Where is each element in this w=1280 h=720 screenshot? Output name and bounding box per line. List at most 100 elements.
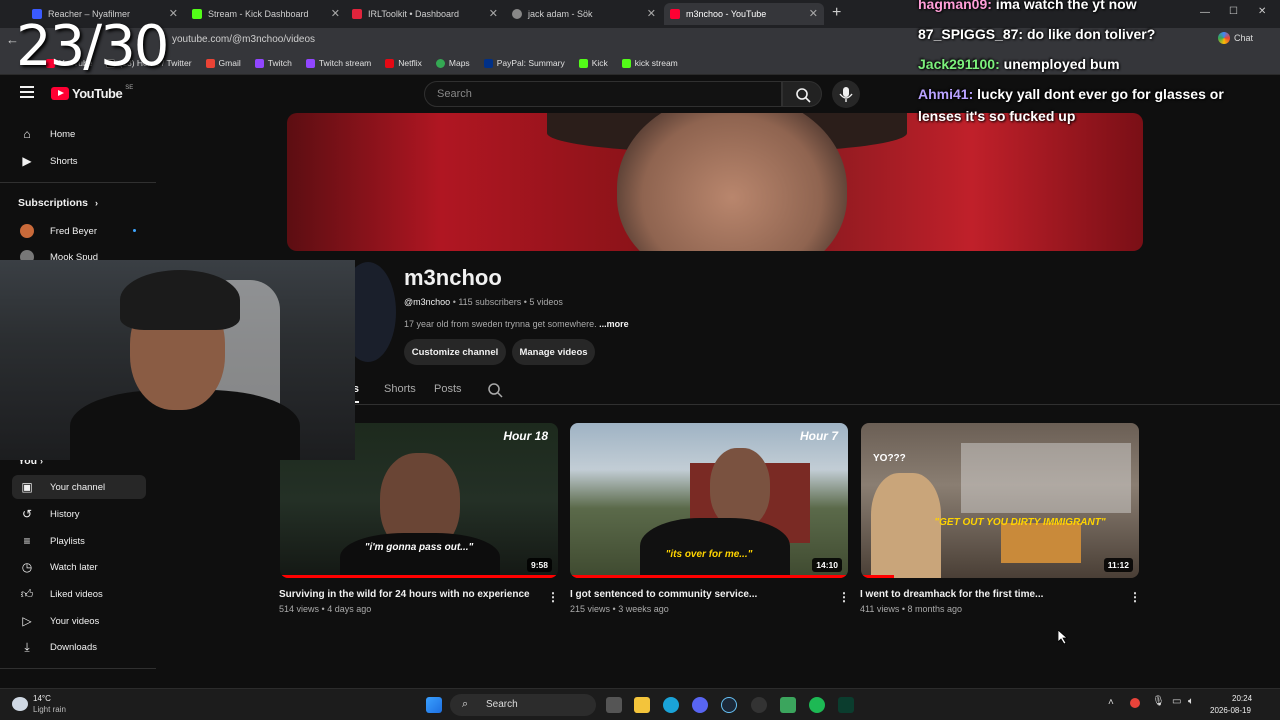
video-duration: 9:58 (526, 558, 552, 572)
tab-search[interactable]: jack adam - Sök ✕ (506, 3, 662, 25)
video-thumbnail[interactable]: Hour 7 "its over for me..." 14:10 (570, 423, 848, 578)
app-icon[interactable] (780, 697, 796, 713)
sidebar-item-history[interactable]: ↺ History (12, 502, 146, 526)
network-icon[interactable]: ▭ (1172, 696, 1181, 707)
paypal-icon (483, 58, 493, 68)
tab-shorts[interactable]: Shorts (384, 383, 416, 395)
chevron-up-icon[interactable]: ˄ (1108, 697, 1114, 708)
video-title[interactable]: I went to dreamhack for the first time..… (860, 589, 1043, 600)
sidebar-item-your-videos[interactable]: ▷ Your videos (12, 609, 146, 633)
playlist-icon: ≡ (23, 534, 31, 548)
channel-description[interactable]: 17 year old from sweden trynna get somew… (404, 319, 629, 329)
chat-button[interactable]: Chat (1218, 32, 1253, 44)
windows-taskbar: 14°C Light rain ⌕ Search ˄ 🎙︎ ▭ 🔈︎ 20:24… (0, 688, 1280, 720)
sidebar-item-home[interactable]: ⌂ Home (12, 122, 146, 146)
more-options-icon[interactable]: ⋮ (547, 590, 559, 604)
sidebar-item-downloads[interactable]: ⤓ Downloads (12, 635, 146, 659)
video-count: 5 videos (529, 297, 563, 307)
new-tab-icon[interactable]: + (832, 4, 841, 22)
microphone-icon (839, 87, 853, 102)
edge-icon[interactable] (663, 697, 679, 713)
file-explorer-icon[interactable] (634, 697, 650, 713)
windows-start-icon[interactable] (426, 697, 442, 713)
sidebar-item-shorts[interactable]: ▶ Shorts (12, 149, 146, 173)
close-icon[interactable]: ✕ (489, 7, 498, 20)
tab-favicon-icon (192, 9, 202, 19)
subscriber-count: 115 subscribers (458, 297, 522, 307)
steam-icon[interactable] (721, 697, 737, 713)
video-duration: 11:12 (1103, 558, 1133, 572)
more-options-icon[interactable]: ⋮ (838, 590, 850, 604)
divider (0, 182, 156, 183)
customize-channel-button[interactable]: Customize channel (404, 339, 506, 365)
tab-label: Stream - Kick Dashboard (208, 9, 309, 19)
bookmark-maps[interactable]: Maps (435, 58, 470, 68)
bookmark-kick-stream[interactable]: kick stream (621, 58, 678, 68)
obs-icon[interactable] (751, 697, 767, 713)
tray-app-icon[interactable] (1130, 698, 1140, 708)
clock-icon: ◷ (21, 560, 33, 574)
more-link[interactable]: ...more (599, 319, 629, 329)
manage-videos-button[interactable]: Manage videos (512, 339, 595, 365)
twitch-icon (254, 58, 264, 68)
sidebar-item-playlists[interactable]: ≡ Playlists (12, 529, 146, 553)
bookmark-paypal[interactable]: PayPal: Summary (483, 58, 565, 68)
bookmark-netflix[interactable]: Netflix (385, 58, 422, 68)
mouse-cursor-icon (1057, 629, 1069, 649)
url-field[interactable]: youtube.com/@m3nchoo/videos (160, 32, 580, 48)
terminal-icon[interactable] (838, 697, 854, 713)
sidebar-sub-fred-beyer[interactable]: Fred Beyer (12, 219, 146, 243)
channel-search-icon[interactable] (487, 382, 503, 403)
spotify-icon[interactable] (809, 697, 825, 713)
menu-icon[interactable] (20, 86, 34, 98)
tab-posts[interactable]: Posts (434, 383, 462, 395)
video-meta: 411 views • 8 months ago (860, 604, 963, 614)
weather-icon[interactable] (12, 697, 28, 711)
tab-irltoolkit[interactable]: IRLToolkit • Dashboard ✕ (346, 3, 504, 25)
tab-label: m3nchoo - YouTube (686, 9, 767, 19)
chat-text: lucky yall dont ever go for glasses or (973, 86, 1224, 102)
microphone-icon[interactable]: 🎙︎ (1152, 696, 1165, 707)
maximize-icon[interactable]: ☐ (1229, 6, 1238, 17)
bookmark-twitch[interactable]: Twitch (254, 58, 292, 68)
maps-icon (435, 58, 445, 68)
tab-youtube[interactable]: m3nchoo - YouTube ✕ (664, 3, 824, 25)
region-label: SE (125, 84, 134, 91)
sidebar-item-liked-videos[interactable]: 👍︎ Liked videos (12, 582, 146, 606)
minimize-icon[interactable]: — (1200, 7, 1210, 18)
search-input[interactable]: Search (424, 81, 782, 107)
close-icon[interactable]: ✕ (647, 7, 656, 20)
task-view-icon[interactable] (606, 697, 622, 713)
clock-time[interactable]: 20:24 (1232, 694, 1252, 703)
sidebar-item-watch-later[interactable]: ◷ Watch later (12, 555, 146, 579)
thumbnail-label: Hour 18 (503, 429, 548, 443)
subscriptions-heading[interactable]: Subscriptions › (18, 197, 98, 209)
tab-kick-dashboard[interactable]: Stream - Kick Dashboard ✕ (186, 3, 346, 25)
video-title[interactable]: Surviving in the wild for 24 hours with … (279, 589, 530, 600)
bookmark-kick[interactable]: Kick (578, 58, 608, 68)
clock-date[interactable]: 2026-08-19 (1210, 706, 1251, 715)
youtube-logo[interactable]: YouTube SE (51, 84, 134, 101)
thumbs-up-icon: 👍︎ (20, 587, 34, 601)
bookmark-gmail[interactable]: Gmail (205, 58, 241, 68)
close-icon[interactable]: ✕ (331, 7, 340, 20)
close-icon[interactable]: ✕ (809, 7, 818, 20)
sidebar-item-your-channel[interactable]: ▣ Your channel (12, 475, 146, 499)
voice-search-button[interactable] (832, 80, 860, 108)
video-title[interactable]: I got sentenced to community service... (570, 589, 757, 600)
chat-message: Jack291100: unemployed bum (918, 56, 1120, 72)
window-close-icon[interactable]: ✕ (1258, 6, 1266, 17)
video-icon: ▷ (22, 614, 32, 628)
more-options-icon[interactable]: ⋮ (1129, 590, 1141, 604)
search-button[interactable] (782, 81, 822, 107)
discord-icon[interactable] (692, 697, 708, 713)
volume-icon[interactable]: 🔈︎ (1188, 696, 1194, 707)
avatar (20, 224, 34, 238)
video-thumbnail[interactable]: YO??? "GET OUT YOU DIRTY IMMIGRANT" 11:1… (861, 423, 1139, 578)
channel-banner (287, 113, 1143, 251)
taskbar-search[interactable]: ⌕ Search (450, 694, 596, 716)
close-icon[interactable]: ✕ (169, 7, 178, 20)
bookmark-twitch-stream[interactable]: Twitch stream (305, 58, 371, 68)
chat-username: Jack291100: (918, 56, 1000, 72)
tabs-divider (280, 404, 1280, 405)
